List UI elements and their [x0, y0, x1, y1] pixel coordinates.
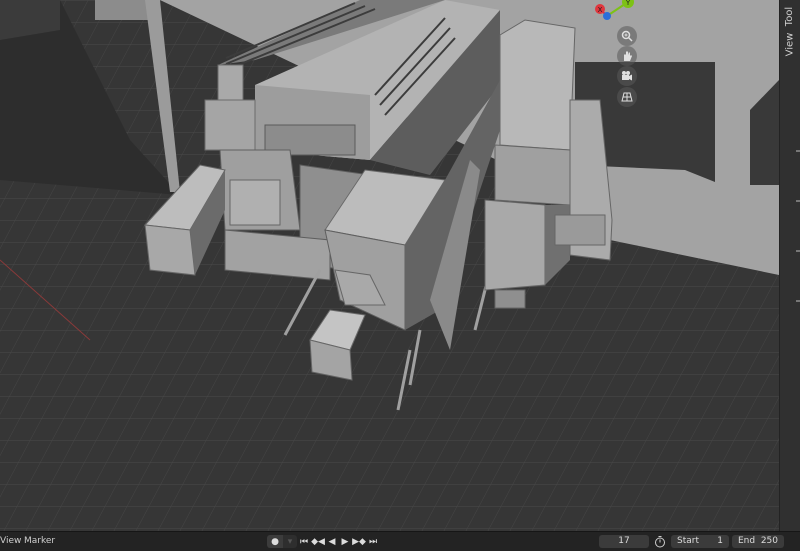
right-tower-top — [499, 19, 576, 151]
view-menu[interactable]: View — [0, 535, 21, 547]
jump-end-button[interactable]: ⏭ — [367, 535, 379, 548]
sidebar-tabs: Tool View — [779, 0, 800, 531]
tab-view[interactable]: View — [781, 30, 799, 58]
perspective-toggle-button[interactable] — [617, 87, 637, 107]
zoom-button[interactable] — [617, 26, 637, 46]
end-frame-field[interactable]: End 250 — [732, 535, 784, 548]
tab-tool[interactable]: Tool — [781, 2, 799, 30]
mid-box — [229, 179, 281, 226]
marker-menu[interactable]: Marker — [24, 535, 55, 547]
timeline-bar: View Marker ● ▾ ⏮ ◆◀ ◀ ▶ ▶◆ ⏭ 17 Start 1… — [0, 531, 800, 551]
pan-button[interactable] — [617, 46, 637, 66]
record-button[interactable]: ● — [267, 535, 283, 548]
end-label: End — [738, 536, 756, 546]
tab-tool-label: Tool — [784, 6, 796, 26]
end-value: 250 — [760, 536, 778, 546]
start-value: 1 — [717, 536, 723, 546]
far-right-box — [554, 214, 606, 246]
blender-window: X Y Tool View View Marker ● ▾ ⏮ ◆◀ ◀ ▶ ▶… — [0, 0, 800, 551]
left-container-front — [144, 224, 196, 276]
axis-gizmo[interactable]: X Y — [592, 0, 637, 22]
sidebar-divider — [796, 150, 800, 152]
current-frame-field[interactable]: 17 — [599, 535, 649, 548]
z-axis-handle[interactable] — [603, 12, 611, 20]
stopwatch-icon[interactable] — [654, 535, 666, 548]
auto-keying-dropdown[interactable]: ▾ — [283, 535, 297, 548]
play-button[interactable]: ▶ — [339, 535, 351, 548]
start-frame-field[interactable]: Start 1 — [671, 535, 729, 548]
right-tower-front — [494, 144, 571, 206]
camera-view-button[interactable] — [617, 66, 637, 86]
right-bottom-box — [494, 289, 526, 309]
y-axis-label: Y — [625, 0, 631, 7]
perspective-grid-icon — [621, 92, 633, 102]
sidebar-divider — [796, 300, 800, 302]
hand-icon — [624, 51, 632, 61]
tab-view-label: View — [784, 32, 796, 56]
start-label: Start — [677, 536, 699, 546]
next-keyframe-button[interactable]: ▶◆ — [352, 535, 366, 548]
sidebar-divider — [796, 200, 800, 202]
jump-start-button[interactable]: ⏮ — [298, 535, 310, 548]
zoom-icon — [621, 30, 633, 42]
x-axis-label: X — [598, 6, 603, 14]
camera-icon — [622, 71, 632, 81]
side-box-2 — [204, 99, 256, 151]
pillar-top — [95, 0, 150, 20]
play-reverse-button[interactable]: ◀ — [326, 535, 338, 548]
3d-viewport[interactable]: X Y — [0, 0, 779, 531]
3d-scene[interactable] — [0, 0, 779, 531]
side-box — [217, 64, 244, 106]
right-tower-lower — [484, 199, 546, 291]
sidebar-divider — [796, 250, 800, 252]
prev-keyframe-button[interactable]: ◆◀ — [311, 535, 325, 548]
